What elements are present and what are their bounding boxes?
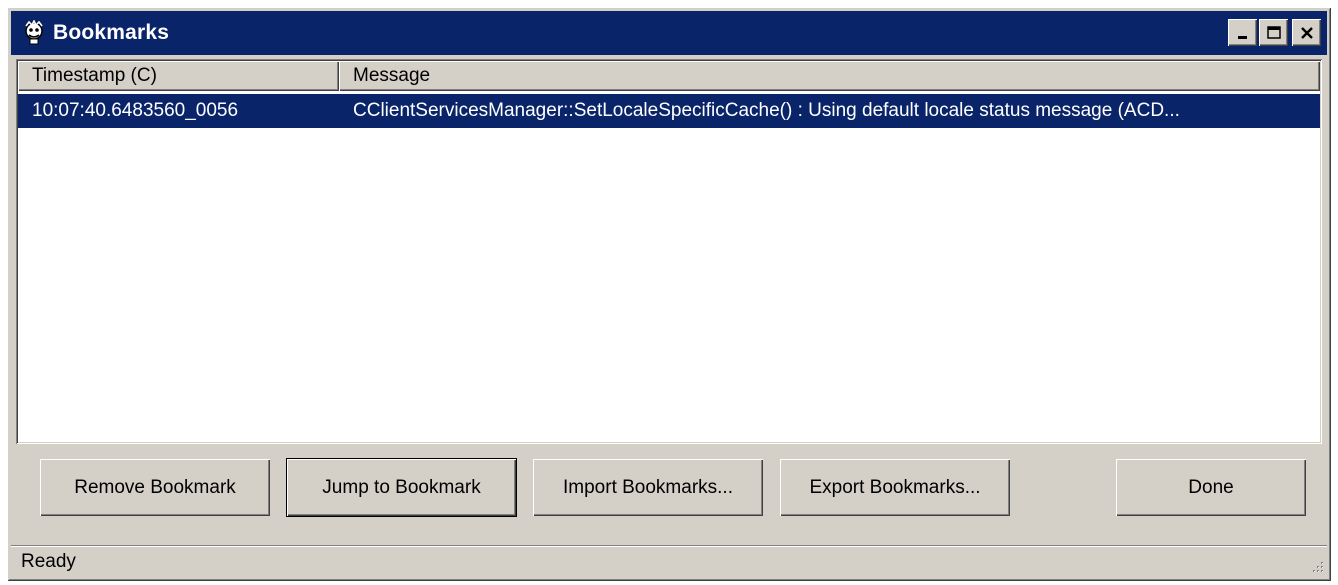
bookmarks-list[interactable]: Timestamp (C) Message 10:07:40.6483560_0… bbox=[16, 59, 1322, 444]
minimize-icon bbox=[1237, 35, 1247, 39]
close-icon bbox=[1300, 26, 1313, 39]
status-bar: Ready bbox=[11, 545, 1327, 578]
maximize-button[interactable] bbox=[1259, 19, 1288, 46]
row-timestamp: 10:07:40.6483560_0056 bbox=[32, 100, 239, 121]
remove-bookmark-button[interactable]: Remove Bookmark bbox=[40, 459, 270, 516]
window-controls bbox=[1228, 19, 1321, 46]
row-message: CClientServicesManager::SetLocaleSpecifi… bbox=[353, 100, 1180, 121]
status-text: Ready bbox=[21, 551, 76, 572]
list-header: Timestamp (C) Message bbox=[18, 61, 1320, 91]
app-icon bbox=[19, 18, 49, 48]
column-header-timestamp[interactable]: Timestamp (C) bbox=[18, 61, 339, 91]
resize-grip-icon[interactable] bbox=[1307, 558, 1325, 576]
jump-to-bookmark-button[interactable]: Jump to Bookmark bbox=[287, 459, 516, 516]
import-bookmarks-button[interactable]: Import Bookmarks... bbox=[533, 459, 763, 516]
export-bookmarks-button[interactable]: Export Bookmarks... bbox=[780, 459, 1010, 516]
column-header-message[interactable]: Message bbox=[339, 61, 1320, 91]
window-title: Bookmarks bbox=[53, 21, 170, 44]
done-button[interactable]: Done bbox=[1116, 459, 1306, 516]
minimize-button[interactable] bbox=[1228, 19, 1257, 46]
close-button[interactable] bbox=[1292, 19, 1321, 46]
maximize-icon bbox=[1266, 25, 1281, 39]
list-row[interactable]: 10:07:40.6483560_0056 CClientServicesMan… bbox=[18, 94, 1320, 128]
bookmarks-window: Bookmarks Timestamp (C) Message 10:07:40… bbox=[7, 7, 1331, 581]
title-bar[interactable]: Bookmarks bbox=[11, 11, 1327, 55]
